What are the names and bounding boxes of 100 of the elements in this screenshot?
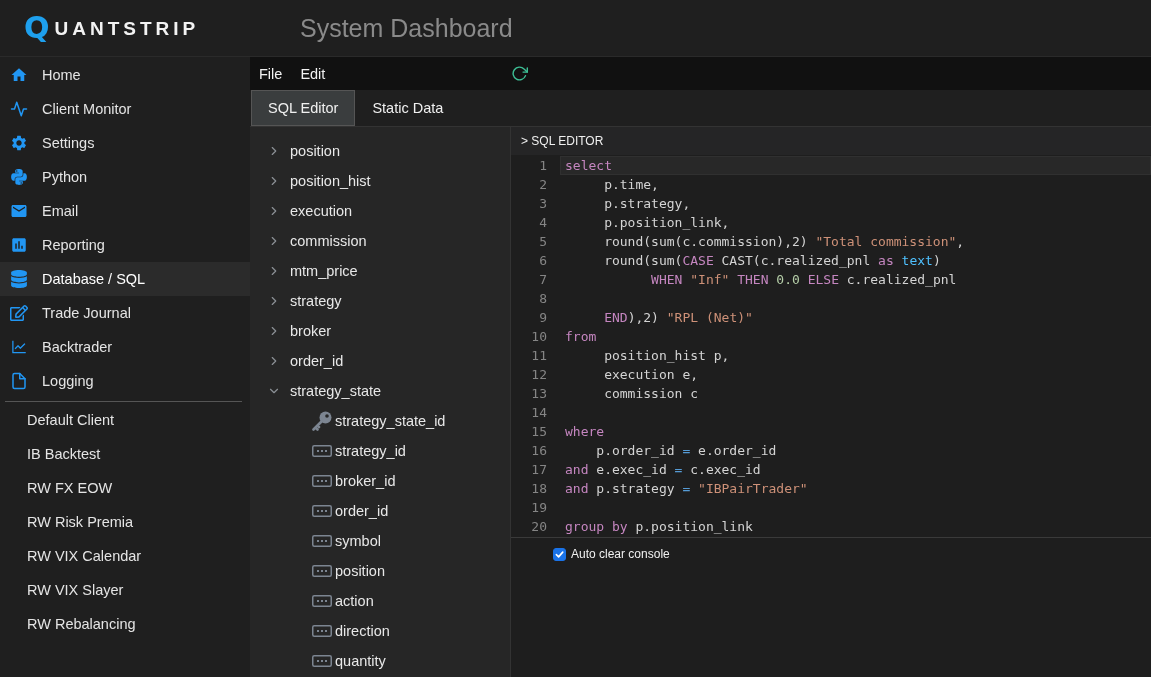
client-item[interactable]: IB Backtest xyxy=(0,437,250,471)
tree-item[interactable]: order_id xyxy=(250,346,344,376)
nav-item[interactable]: Database / SQL xyxy=(0,262,250,296)
nav-item[interactable]: Home xyxy=(0,58,250,92)
line-number: 20 xyxy=(530,518,548,536)
code-line: select xyxy=(565,158,612,173)
tree-item[interactable]: strategy_state_id xyxy=(250,406,446,436)
code-line: where xyxy=(565,424,605,439)
line-number: 6 xyxy=(538,252,548,270)
field-icon xyxy=(312,505,332,517)
line-number: 5 xyxy=(538,233,548,251)
tree-item[interactable]: broker xyxy=(250,316,332,346)
line-number: 19 xyxy=(530,499,548,517)
checkbox[interactable] xyxy=(553,547,566,561)
code-line: p.position_link, xyxy=(603,215,730,230)
pulse-icon xyxy=(10,100,28,118)
line-number: 3 xyxy=(538,195,548,213)
file-icon xyxy=(10,372,28,390)
line-number: 14 xyxy=(530,404,548,422)
tree-item[interactable]: broker_id xyxy=(250,466,396,496)
nav-item[interactable]: Client Monitor xyxy=(0,92,250,126)
code-line: and p.strategy = "IBPairTrader" xyxy=(565,481,808,496)
tree-item[interactable]: mtm_price xyxy=(250,256,358,286)
line-number: 11 xyxy=(530,347,548,365)
code-line: from xyxy=(565,329,597,344)
code-line: round(sum(c.commission),2) "Total commission", xyxy=(603,234,965,249)
logo-mark: Q xyxy=(24,13,50,43)
code-line: round(sum(CASE CAST(c.realized_pnl as text) xyxy=(603,253,941,268)
code-line: p.order_id = e.order_id xyxy=(595,443,777,458)
client-item[interactable]: Default Client xyxy=(0,403,250,437)
tree-item[interactable]: direction xyxy=(250,616,390,646)
tree-item[interactable]: strategy xyxy=(250,286,342,316)
line-number: 7 xyxy=(538,271,548,289)
tree-item[interactable]: position xyxy=(250,136,340,166)
client-item[interactable]: RW Rebalancing xyxy=(0,607,250,641)
page-title: System Dashboard xyxy=(300,15,513,41)
tree-item[interactable]: position_hist xyxy=(250,166,371,196)
tree-item[interactable]: quantity xyxy=(250,646,386,676)
line-number: 15 xyxy=(530,423,548,441)
settings-icon xyxy=(10,134,28,152)
tree-item[interactable]: order_id xyxy=(250,496,389,526)
tree-item[interactable]: action xyxy=(250,586,374,616)
line-number: 17 xyxy=(530,461,548,479)
bar-chart-icon xyxy=(10,236,28,254)
code-line: and e.exec_id = c.exec_id xyxy=(565,462,761,477)
database-icon xyxy=(10,270,28,288)
nav-item[interactable]: Backtrader xyxy=(0,330,250,364)
field-icon xyxy=(312,565,332,577)
code-line: WHEN "Inf" THEN 0.0 ELSE c.realized_pnl xyxy=(650,272,957,287)
nav-item[interactable]: Email xyxy=(0,194,250,228)
nav-item[interactable]: Settings xyxy=(0,126,250,160)
key-icon xyxy=(312,411,332,431)
panel-title: > SQL EDITOR xyxy=(521,134,604,148)
line-number: 18 xyxy=(530,480,548,498)
line-number: 13 xyxy=(530,385,548,403)
code-line: group by p.position_link xyxy=(565,519,753,534)
client-item[interactable]: RW VIX Slayer xyxy=(0,573,250,607)
client-item[interactable]: RW VIX Calendar xyxy=(0,539,250,573)
line-chart-icon xyxy=(10,338,28,356)
line-number: 10 xyxy=(530,328,548,346)
line-number: 4 xyxy=(538,214,548,232)
tab[interactable]: SQL Editor xyxy=(251,90,356,126)
line-number: 1 xyxy=(538,157,548,175)
tree-item[interactable]: strategy_id xyxy=(250,436,406,466)
menu-item[interactable]: File xyxy=(250,57,292,90)
tree-item[interactable]: position xyxy=(250,556,385,586)
field-icon xyxy=(312,625,332,637)
field-icon xyxy=(312,445,332,457)
field-icon xyxy=(312,535,332,547)
field-icon xyxy=(312,475,332,487)
tree-item[interactable]: strategy_state xyxy=(250,376,382,406)
line-number: 12 xyxy=(530,366,548,384)
envelope-icon xyxy=(10,202,28,220)
nav-item[interactable]: Python xyxy=(0,160,250,194)
line-number: 9 xyxy=(538,309,548,327)
nav-item[interactable]: Logging xyxy=(0,364,250,398)
code-line: END),2) "RPL (Net)" xyxy=(603,310,753,325)
code-line: p.time, xyxy=(603,177,659,192)
menu-item[interactable]: Edit xyxy=(291,57,335,90)
line-number: 2 xyxy=(538,176,548,194)
refresh-icon xyxy=(511,65,528,82)
field-icon xyxy=(312,595,332,607)
client-item[interactable]: RW Risk Premia xyxy=(0,505,250,539)
house-icon xyxy=(10,66,28,84)
nav-item[interactable]: Reporting xyxy=(0,228,250,262)
brand-name: UANTSTRIP xyxy=(54,18,200,38)
python-logo-icon xyxy=(10,168,28,186)
code-line: p.strategy, xyxy=(603,196,691,211)
code-line: commission c xyxy=(603,386,699,401)
code-line: execution e, xyxy=(603,367,699,382)
nav-item[interactable]: Trade Journal xyxy=(0,296,250,330)
client-item[interactable]: RW FX EOW xyxy=(0,471,250,505)
tree-item[interactable]: commission xyxy=(250,226,367,256)
tree-item[interactable]: symbol xyxy=(250,526,381,556)
tab[interactable]: Static Data xyxy=(355,90,461,126)
tree-item[interactable]: execution xyxy=(250,196,353,226)
line-number: 16 xyxy=(530,442,548,460)
field-icon xyxy=(312,655,332,667)
edit-icon xyxy=(10,304,28,322)
checkbox-label: Auto clear console xyxy=(571,547,670,561)
